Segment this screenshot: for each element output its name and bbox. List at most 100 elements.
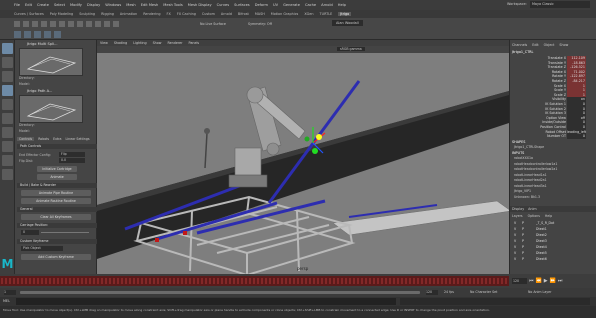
symmetry-label[interactable]: Symmetry: Off <box>248 22 272 26</box>
shelf-tool-icon[interactable] <box>44 31 51 38</box>
pick-object-select[interactable]: Pick Object <box>21 246 63 251</box>
tab-anim[interactable]: Anim <box>528 206 536 212</box>
range-bar[interactable] <box>20 291 420 294</box>
display-layer-row[interactable]: V P Dtext4 <box>514 245 594 250</box>
shelf-tool-icon[interactable] <box>14 31 21 38</box>
layout-single-icon[interactable] <box>2 127 13 138</box>
input-node-item[interactable]: robotXXX1a <box>514 156 533 160</box>
color-space-select[interactable]: sRGB gamma <box>337 47 365 51</box>
time-slider[interactable] <box>0 274 509 288</box>
layout-outliner-icon[interactable] <box>2 169 13 180</box>
shelf-tab[interactable]: Sculpting <box>79 12 95 16</box>
menu-surfaces[interactable]: Surfaces <box>234 3 250 7</box>
red-marker[interactable] <box>155 238 159 242</box>
layer-playback-toggle[interactable]: P <box>522 227 524 232</box>
menu-help[interactable]: Help <box>338 3 346 7</box>
status-icon[interactable] <box>32 21 38 27</box>
layer-playback-toggle[interactable]: P <box>522 239 524 244</box>
section-carriage[interactable]: Carriage Position: <box>17 223 98 228</box>
display-layer-row[interactable]: V P Dtext2 <box>514 233 594 238</box>
paint-select-icon[interactable] <box>2 71 13 82</box>
menu-select[interactable]: Select <box>54 3 65 7</box>
shape-name[interactable]: Jtrigo1_CTRLShape <box>514 145 544 149</box>
shelf-tab[interactable]: MASH <box>255 12 265 16</box>
shelf-tab[interactable]: TURTLE <box>320 12 333 16</box>
display-layer-row[interactable]: V P Dtext5 <box>514 251 594 256</box>
layer-visibility-toggle[interactable]: V <box>514 251 516 256</box>
carriage-position-field[interactable]: 0 <box>21 230 39 235</box>
start-frame-field[interactable]: 1 <box>4 290 16 295</box>
menu-deform[interactable]: Deform <box>255 3 268 7</box>
layer-visibility-toggle[interactable]: V <box>514 239 516 244</box>
clear-keyframes-button[interactable]: Clear All Keyframes <box>21 214 91 220</box>
status-icon[interactable] <box>113 21 119 27</box>
vp-menu-lighting[interactable]: Lighting <box>133 41 146 45</box>
status-icon[interactable] <box>95 21 101 27</box>
layer-menu-layers[interactable]: Layers <box>512 214 523 218</box>
animate-pipe-button[interactable]: Animate Pipe Routine <box>21 190 91 196</box>
anim-layer-select[interactable]: No Anim Layer <box>528 290 551 294</box>
channel-attribute-row[interactable]: Number OT 0 <box>512 134 588 139</box>
section-path-controls[interactable]: Path Controls <box>17 144 98 149</box>
add-custom-keyframe-button[interactable]: Add Custom Keyframe <box>21 254 91 260</box>
scene-3d[interactable]: persp <box>97 53 509 274</box>
play-icon[interactable]: ▶ <box>544 278 548 284</box>
animate-routine-button[interactable]: Animate Routine Routine <box>21 198 91 204</box>
menu-generate[interactable]: Generate <box>283 3 300 7</box>
shelf-tab[interactable]: Rigging <box>101 12 114 16</box>
menu-file[interactable]: File <box>14 3 20 7</box>
display-layer-row[interactable]: V P _T_S_R_Dot <box>514 221 594 226</box>
flip-dist-field[interactable]: 0.0 <box>59 158 85 163</box>
shelf-tab[interactable]: XGen <box>304 12 313 16</box>
object-name[interactable]: Jtrigo1_CTRL <box>512 50 533 54</box>
layer-playback-toggle[interactable]: P <box>522 221 524 226</box>
input-node-item[interactable]: robotLinearHead2a1 <box>514 178 547 182</box>
move-tool-icon[interactable] <box>2 85 13 96</box>
tab-linear-settings[interactable]: Linear Settings <box>66 137 90 141</box>
lasso-tool-icon[interactable] <box>2 57 13 68</box>
menu-mesh-tools[interactable]: Mesh Tools <box>163 3 182 7</box>
command-input[interactable] <box>16 298 396 305</box>
shelf-tab[interactable]: Rendering <box>143 12 160 16</box>
shelf-tool-icon[interactable] <box>24 31 31 38</box>
vp-menu-show[interactable]: Show <box>153 41 162 45</box>
shelf-tab[interactable]: Bifrost <box>238 12 249 16</box>
input-node-item[interactable]: Jtrigo_VIP1 <box>514 189 531 193</box>
shelf-tab[interactable]: Custom <box>202 12 215 16</box>
viewport-panel[interactable]: View Shading Lighting Show Renderer Pane… <box>97 40 512 274</box>
section-custom-keyframe[interactable]: Custom Keyframe <box>17 239 98 244</box>
end-effector-select[interactable]: Flip <box>59 152 85 157</box>
fps-select[interactable]: 24 fps <box>444 290 454 294</box>
menu-cache[interactable]: Cache <box>305 3 316 7</box>
shelf-tool-icon[interactable] <box>54 31 61 38</box>
cb-menu-edit[interactable]: Edit <box>532 43 538 47</box>
status-icon[interactable] <box>59 21 65 27</box>
menu-uv[interactable]: UV <box>273 3 278 7</box>
animate-button[interactable]: Animate <box>37 174 77 180</box>
tab-robots[interactable]: Robots <box>38 137 49 141</box>
shelf-tab[interactable]: Animation <box>120 12 137 16</box>
status-icon[interactable] <box>50 21 56 27</box>
layout-four-icon[interactable] <box>2 141 13 152</box>
go-start-icon[interactable]: ⏮ <box>529 278 534 284</box>
layer-playback-toggle[interactable]: P <box>522 257 524 262</box>
layer-visibility-toggle[interactable]: V <box>514 233 516 238</box>
vp-menu-renderer[interactable]: Renderer <box>167 41 182 45</box>
shelf-tab[interactable]: Motion Graphics <box>271 12 299 16</box>
red-marker[interactable] <box>183 231 187 235</box>
preview-thumbnail-1[interactable] <box>19 48 83 76</box>
vp-menu-panels[interactable]: Panels <box>189 41 200 45</box>
status-icon[interactable] <box>86 21 92 27</box>
shelf-tab[interactable]: FX Caching <box>177 12 196 16</box>
shelf-tab[interactable]: Poly Modeling <box>50 12 73 16</box>
go-end-icon[interactable]: ⏭ <box>558 278 563 284</box>
menu-modify[interactable]: Modify <box>70 3 82 7</box>
status-icon[interactable] <box>23 21 29 27</box>
user-account[interactable]: Alan Woodall <box>332 20 363 26</box>
tab-display[interactable]: Display <box>512 206 524 212</box>
display-layer-row[interactable]: V P Dtext1 <box>514 227 594 232</box>
layer-menu-options[interactable]: Options <box>528 214 540 218</box>
shelf-tab-active[interactable]: Jtrigo <box>338 12 352 16</box>
right-tray[interactable] <box>332 200 509 236</box>
workspace-select[interactable]: Maya Classic <box>530 1 590 8</box>
